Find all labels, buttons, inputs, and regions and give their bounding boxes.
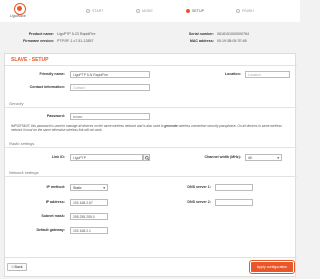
dns1-label: DNS server 1: [187,185,211,189]
card-title: SLAVE - SETUP [11,57,49,63]
ligowave-logo: LigoWave [6,3,36,19]
security-note: IMPORTANT: this password is used to mana… [11,124,282,133]
friendly-name-label: Friendly name: [39,72,65,76]
link-id-label: Link ID: [51,155,65,159]
step-dot-icon [236,9,240,13]
step-setup: SETUP [186,9,204,13]
channel-width-label: Channel width (MHz): [204,155,241,159]
radio-heading: Radio settings [9,141,35,146]
subnet-mask-input[interactable]: 255.255.255.0 [70,213,108,220]
link-id-search-button[interactable] [143,154,150,161]
search-icon [145,156,150,161]
ip-address-label: IP address: [45,200,65,204]
contact-input[interactable]: Contact [70,84,150,91]
divider [5,176,297,177]
wizard-steps: START MODE SETUP FINISH [86,9,276,15]
security-heading: Security [9,101,24,106]
setup-card: SLAVE - SETUP Friendly name: LigoPTP 5-N… [4,53,297,277]
step-start: START [86,9,103,13]
back-button[interactable]: < Back [7,263,27,271]
friendly-name-input[interactable]: LigoPTP 5-N RapidFire [70,71,150,78]
serial-number: Serial number: 0618151000000764 [188,32,249,36]
chevron-down-icon: ▾ [277,156,279,160]
product-name: Product name: LigoPTP 5-23 RapidFire [28,32,96,36]
network-heading: Network settings [9,170,39,175]
password-input[interactable]: •••••••• [70,113,150,120]
link-id-input[interactable]: LigoPTP [70,154,143,161]
ip-address-input[interactable]: 192.168.2.67 [70,199,108,206]
divider [5,147,297,148]
device-info: Product name: LigoPTP 5-23 RapidFire Firm… [0,28,300,50]
location-label: Location: [224,72,241,76]
dns2-input[interactable] [215,199,253,206]
top-bar: LigoWave START MODE SETUP FINISH [0,0,300,22]
step-dot-icon [86,9,90,13]
divider [5,257,297,258]
step-dot-icon [136,9,140,13]
password-label: Password: [46,114,65,118]
chevron-down-icon: ▾ [103,186,105,190]
step-dot-active-icon [186,9,190,13]
dns1-input[interactable] [215,184,253,191]
ip-method-select[interactable]: Static ▾ [70,184,108,191]
contact-label: Contact information: [29,85,65,89]
firmware-version: Firmware version: PTP.RF-1.v7.51-12857 [23,39,94,43]
dns2-label: DNS server 2: [187,200,211,204]
ip-method-label: IP method: [46,185,65,189]
divider [5,65,297,66]
gateway-input[interactable]: 192.168.2.1 [70,227,108,234]
location-input[interactable]: Location [245,71,290,78]
apply-configuration-button[interactable]: Apply configuration [249,260,295,274]
logo-text: LigoWave [10,14,26,18]
channel-width-select[interactable]: 40 ▾ [245,154,282,161]
divider [5,107,297,108]
step-finish: FINISH [236,9,254,13]
mac-address: MAC address: 00:19:3B:05:7E:65 [189,39,247,43]
gateway-label: Default gateway: [36,228,65,232]
subnet-mask-label: Subnet mask: [41,214,65,218]
step-mode: MODE [136,9,153,13]
